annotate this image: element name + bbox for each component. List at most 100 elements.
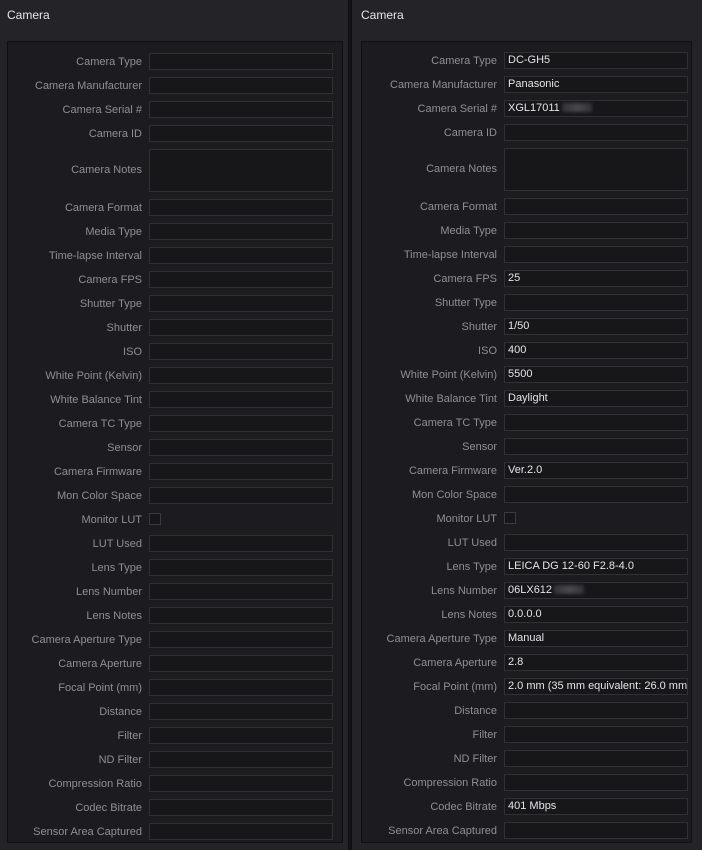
camera-aperture-field[interactable]: 2.8 xyxy=(504,654,688,671)
field-label: Lens Notes xyxy=(441,609,497,621)
shutter-field[interactable]: 1/50 xyxy=(504,318,688,335)
lens-type-field[interactable] xyxy=(149,559,333,576)
white-point-field[interactable]: 5500 xyxy=(504,366,688,383)
field-row-camera-manufacturer: Camera Manufacturer Panasonic xyxy=(362,76,691,94)
field-value: 06LX612 xyxy=(508,584,553,596)
shutter-field[interactable] xyxy=(149,319,333,336)
field-value: 400 xyxy=(508,344,527,356)
field-label: Focal Point (mm) xyxy=(413,681,497,693)
sensor-field[interactable] xyxy=(149,439,333,456)
nd-filter-field[interactable] xyxy=(504,750,688,767)
camera-manufacturer-field[interactable]: Panasonic xyxy=(504,76,688,93)
field-row-camera-aperture: Camera Aperture xyxy=(8,655,342,673)
camera-id-field[interactable] xyxy=(504,124,688,141)
field-row-sensor-area-captured: Sensor Area Captured xyxy=(362,822,691,840)
filter-field[interactable] xyxy=(504,726,688,743)
distance-field[interactable] xyxy=(504,702,688,719)
sensor-field[interactable] xyxy=(504,438,688,455)
timelapse-interval-field[interactable] xyxy=(149,247,333,264)
lut-used-field[interactable] xyxy=(504,534,688,551)
codec-bitrate-field[interactable]: 401 Mbps xyxy=(504,798,688,815)
field-row-timelapse-interval: Time-lapse Interval xyxy=(8,247,342,265)
field-row-nd-filter: ND Filter xyxy=(8,751,342,769)
lens-number-field[interactable]: 06LX612 xyxy=(504,582,688,599)
filter-field[interactable] xyxy=(149,727,333,744)
field-label: Camera TC Type xyxy=(58,418,142,430)
timelapse-interval-field[interactable] xyxy=(504,246,688,263)
mon-color-space-field[interactable] xyxy=(504,486,688,503)
field-row-lens-type: Lens Type LEICA DG 12-60 F2.8-4.0 xyxy=(362,558,691,576)
media-type-field[interactable] xyxy=(149,223,333,240)
nd-filter-field[interactable] xyxy=(149,751,333,768)
compression-ratio-field[interactable] xyxy=(149,775,333,792)
field-row-camera-type: Camera Type xyxy=(8,53,342,71)
sensor-area-captured-field[interactable] xyxy=(149,823,333,840)
white-point-field[interactable] xyxy=(149,367,333,384)
camera-aperture-type-field[interactable] xyxy=(149,631,333,648)
camera-firmware-field[interactable]: Ver.2.0 xyxy=(504,462,688,479)
field-row-focal-point: Focal Point (mm) 2.0 mm (35 mm equivalent… xyxy=(362,678,691,696)
camera-firmware-field[interactable] xyxy=(149,463,333,480)
field-row-camera-serial: Camera Serial # XGL17011 xyxy=(362,100,691,118)
left-camera-panel: Camera Camera Type Camera Manufacturer Cam… xyxy=(0,0,349,850)
lens-type-field[interactable]: LEICA DG 12-60 F2.8-4.0 xyxy=(504,558,688,575)
camera-notes-field[interactable] xyxy=(504,148,688,191)
field-label: Lens Notes xyxy=(86,610,142,622)
field-row-shutter: Shutter 1/50 xyxy=(362,318,691,336)
field-label: Camera Serial # xyxy=(62,104,142,116)
field-row-compression-ratio: Compression Ratio xyxy=(362,774,691,792)
camera-fps-field[interactable]: 25 xyxy=(504,270,688,287)
monitor-lut-checkbox[interactable] xyxy=(504,512,516,524)
iso-field[interactable] xyxy=(149,343,333,360)
camera-tc-type-field[interactable] xyxy=(149,415,333,432)
field-row-distance: Distance xyxy=(362,702,691,720)
field-label: ND Filter xyxy=(98,754,142,766)
camera-type-field[interactable]: DC-GH5 xyxy=(504,52,688,69)
white-balance-tint-field[interactable] xyxy=(149,391,333,408)
field-row-mon-color-space: Mon Color Space xyxy=(8,487,342,505)
field-row-camera-notes: Camera Notes xyxy=(362,148,691,192)
field-row-camera-manufacturer: Camera Manufacturer xyxy=(8,77,342,95)
camera-type-field[interactable] xyxy=(149,53,333,70)
camera-id-field[interactable] xyxy=(149,125,333,142)
shutter-type-field[interactable] xyxy=(149,295,333,312)
camera-tc-type-field[interactable] xyxy=(504,414,688,431)
camera-serial-field[interactable]: XGL17011 xyxy=(504,100,688,117)
distance-field[interactable] xyxy=(149,703,333,720)
lut-used-field[interactable] xyxy=(149,535,333,552)
field-row-camera-tc-type: Camera TC Type xyxy=(8,415,342,433)
iso-field[interactable]: 400 xyxy=(504,342,688,359)
field-row-camera-format: Camera Format xyxy=(362,198,691,216)
camera-notes-field[interactable] xyxy=(149,149,333,192)
media-type-field[interactable] xyxy=(504,222,688,239)
lens-notes-field[interactable] xyxy=(149,607,333,624)
field-row-camera-aperture-type: Camera Aperture Type xyxy=(8,631,342,649)
field-label: ISO xyxy=(478,345,497,357)
field-value: Ver.2.0 xyxy=(508,464,543,476)
camera-manufacturer-field[interactable] xyxy=(149,77,333,94)
codec-bitrate-field[interactable] xyxy=(149,799,333,816)
camera-aperture-type-field[interactable]: Manual xyxy=(504,630,688,647)
focal-point-field[interactable]: 2.0 mm (35 mm equivalent: 26.0 mm) xyxy=(504,678,688,695)
field-row-timelapse-interval: Time-lapse Interval xyxy=(362,246,691,264)
compression-ratio-field[interactable] xyxy=(504,774,688,791)
camera-format-field[interactable] xyxy=(149,199,333,216)
field-row-camera-tc-type: Camera TC Type xyxy=(362,414,691,432)
field-label: Shutter Type xyxy=(434,297,497,309)
field-row-lens-notes: Lens Notes xyxy=(8,607,342,625)
mon-color-space-field[interactable] xyxy=(149,487,333,504)
camera-aperture-field[interactable] xyxy=(149,655,333,672)
monitor-lut-checkbox[interactable] xyxy=(149,513,161,525)
lens-number-field[interactable] xyxy=(149,583,333,600)
camera-fps-field[interactable] xyxy=(149,271,333,288)
lens-notes-field[interactable]: 0.0.0.0 xyxy=(504,606,688,623)
field-label: Sensor xyxy=(462,441,497,453)
sensor-area-captured-field[interactable] xyxy=(504,822,688,839)
focal-point-field[interactable] xyxy=(149,679,333,696)
field-row-filter: Filter xyxy=(362,726,691,744)
camera-format-field[interactable] xyxy=(504,198,688,215)
field-label: Camera Aperture Type xyxy=(31,634,142,646)
shutter-type-field[interactable] xyxy=(504,294,688,311)
camera-serial-field[interactable] xyxy=(149,101,333,118)
white-balance-tint-field[interactable]: Daylight xyxy=(504,390,688,407)
